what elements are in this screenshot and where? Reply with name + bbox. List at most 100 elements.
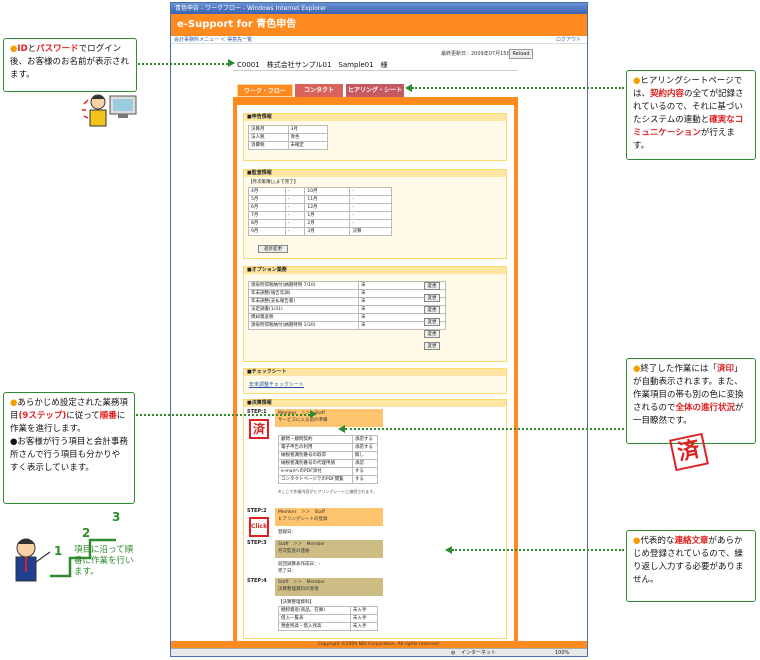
callout-hearing-sheet: ●ヒアリングシートページでは、契約内容の全てが記録されているので、それに基づいた… — [626, 70, 756, 160]
cell: 年末調整(報告年調) — [248, 289, 359, 298]
section-title: ■チェックシート — [244, 369, 506, 376]
highlight: ID — [17, 44, 28, 54]
step-note: 完了日： — [278, 569, 296, 574]
cell: 年末調整(支払報告書) — [248, 297, 359, 306]
stair-step-3: 3 — [112, 510, 121, 524]
change-button[interactable]: 変更 — [424, 306, 440, 314]
cell: 法定調書(1/31) — [248, 305, 359, 314]
cell: 10月 — [304, 187, 351, 196]
cell: 決算月 — [248, 125, 289, 134]
connector-line — [138, 63, 228, 65]
step1-table: 顧問・顧問契約 承諾する 電子申告の利用 承諾する 納税者識別番号の取得 無し 納税者… — [278, 435, 379, 484]
cell: 2月 — [304, 219, 351, 228]
arrow-left-icon — [405, 84, 412, 92]
cell: 借入一覧表 — [278, 614, 351, 623]
cell: 承認 — [351, 459, 379, 468]
cell: 償却資産税 — [248, 313, 359, 322]
change-button[interactable]: 変更 — [424, 282, 440, 290]
step-title: サービスに入る前の準備 — [278, 418, 328, 423]
cell: 3月 — [287, 125, 328, 134]
cell: 法人税 — [248, 133, 289, 142]
cell: 決算 — [349, 227, 392, 236]
browser-window: 青色申告 - ワークフロー - Windows Internet Explore… — [170, 2, 588, 657]
cell: 未入手 — [349, 622, 379, 631]
stair-caption: 項目に沿って順番に作業を行います。 — [74, 545, 134, 577]
change-button[interactable]: 変更 — [424, 318, 440, 326]
step-band[interactable]: Staff ＞＞ Member 月次監査の連絡 — [275, 540, 383, 558]
cell: 未入手 — [349, 606, 379, 615]
window-title: 青色申告 - ワークフロー - Windows Internet Explore… — [171, 3, 587, 14]
cell: 源泉所得税納付(納期特例 1/20) — [248, 321, 359, 330]
step-title: 決算整理資料の受領 — [278, 587, 319, 592]
cell: 12月 — [304, 203, 351, 212]
change-button[interactable]: 変更 — [424, 294, 440, 302]
cell: 承諾する — [351, 435, 379, 444]
step-band[interactable]: Member ＞＞ Staff サービスに入る前の準備 — [275, 409, 383, 427]
cell: e-mailへのPDF添付 — [278, 467, 353, 476]
progress-change-button[interactable]: 進捗変更 — [258, 245, 288, 253]
section-title: ■決算情報 — [244, 400, 506, 407]
text: 終了した作業には「 — [640, 364, 717, 374]
cell: 5月 — [248, 195, 286, 204]
status-bar: ◍ インターネット 100% — [171, 648, 587, 656]
tab-hearing-sheet[interactable]: ヒアリング・シート — [346, 84, 404, 97]
cell: - — [284, 195, 306, 204]
cell: 1月 — [304, 211, 351, 220]
section-title: ■監査情報 — [244, 170, 506, 177]
step-title: ヒアリングシートの登録 — [278, 517, 328, 522]
breadcrumb-link[interactable]: 会計事務所メニュー ＜ 得意先一覧 — [174, 37, 252, 43]
section-title: ■申告情報 — [244, 114, 506, 121]
checksheet-link[interactable]: 年末調整チェックシート — [249, 381, 304, 388]
click-stamp[interactable]: Click — [249, 517, 269, 537]
audit-section: ■監査情報 【月次帳簿(△まで完了】 4月 -10月 - 5月 -11月 - 6月 -12… — [243, 169, 507, 259]
cell: 8月 — [248, 219, 286, 228]
text: 代表的な — [640, 536, 675, 546]
step-direction: Member ＞＞ Staff — [278, 510, 325, 515]
cell: 納税者識別番号の取得 — [278, 451, 353, 460]
cell: 棚卸資産(商品、在庫) — [278, 606, 351, 615]
logout-link[interactable]: ログアウト — [556, 36, 581, 44]
step4-table: 棚卸資産(商品、在庫) 未入手 借入一覧表 未入手 預金残高・借入残高 未入手 — [278, 606, 379, 631]
cell: 納税者識別番号の代理申請 — [278, 459, 353, 468]
change-button[interactable]: 変更 — [424, 330, 440, 338]
big-done-stamp: 済 — [669, 432, 709, 472]
cell: - — [349, 219, 392, 228]
highlight: 契約内容 — [650, 89, 685, 99]
step-band[interactable]: Member ＞＞ Staff ヒアリングシートの登録 — [275, 508, 383, 526]
step-band[interactable]: Staff ＞＞ Member 決算整理資料の受領 — [275, 578, 383, 596]
zone-label: インターネット — [461, 650, 497, 656]
cell: - — [284, 187, 306, 196]
cell: 消費税 — [248, 141, 289, 150]
audit-caption: 【月次帳簿(△まで完了】 — [248, 180, 299, 185]
cell: 未入手 — [349, 614, 379, 623]
reload-button[interactable]: Reload — [509, 49, 533, 59]
callout-steps: ●あらかじめ設定された業務項目(9ステップ)に従って順番に作業を進行します。 ●お… — [3, 392, 135, 504]
highlight: 順番 — [99, 411, 117, 421]
callout-template-messages: ●代表的な連絡文章があらかじめ登録されているので、繰り返し入力する必要がありませ… — [626, 530, 756, 602]
cell: - — [349, 187, 392, 196]
client-name: C0001 株式会社サンプル01 Sample01 様 — [237, 61, 388, 69]
checksheet-section: ■チェックシート 年末調整チェックシート — [243, 368, 507, 394]
person-computer-icon — [82, 94, 137, 127]
cell: 無し — [351, 451, 379, 460]
filing-table: 決算月 3月 法人税 青色 消費税 未確定 — [248, 125, 328, 150]
step-direction: Staff ＞＞ Member — [278, 542, 325, 547]
cell: 6月 — [248, 203, 286, 212]
step-note: 前回試算表作成日：- — [278, 562, 321, 567]
app-header: e-Support for 青色申告 — [171, 14, 587, 36]
step1-note: ※ここで作業内容がヒアリングシートに継続されます。 — [278, 489, 377, 494]
change-button[interactable]: 変更 — [424, 342, 440, 350]
cell: - — [349, 211, 392, 220]
tab-workflow[interactable]: ワーク・フロー — [237, 84, 293, 97]
cell: 顧問・顧問契約 — [278, 435, 353, 444]
cell: - — [284, 219, 306, 228]
cell: コンタクトページでのPDF閲覧 — [278, 475, 353, 484]
cell: 11月 — [304, 195, 351, 204]
zoom-level[interactable]: 100% — [555, 649, 569, 656]
step-label: STEP:3 — [247, 540, 267, 546]
copyright-footer: Copyright ©2009 NDI Corporation. All rig… — [171, 641, 587, 648]
highlight: 済印 — [716, 364, 734, 374]
tab-contact[interactable]: コンタクト — [295, 84, 343, 97]
options-section: ■オプション業務 源泉所得税納付(納期特例 7/10) 未 年末調整(報告年調) 未… — [243, 266, 507, 362]
globe-icon: ◍ — [451, 650, 456, 656]
